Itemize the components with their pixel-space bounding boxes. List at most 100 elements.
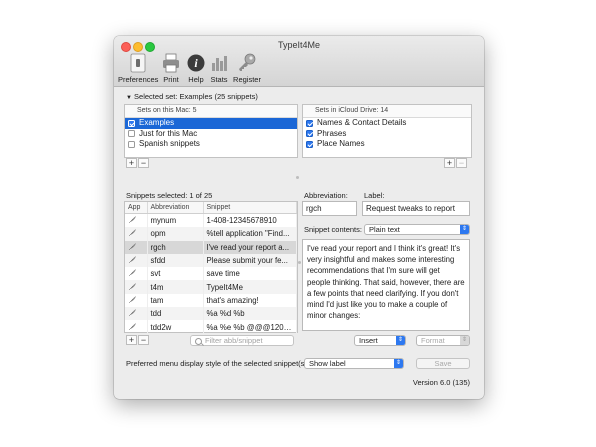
- icloud-sets-list: Sets in iCloud Drive: 14 Names & Contact…: [302, 104, 472, 158]
- feather-icon: [128, 295, 137, 304]
- app-window: TypeIt4Me Preferences Print i Help Stats…: [114, 36, 484, 399]
- split-handle[interactable]: [298, 261, 301, 264]
- table-row[interactable]: tdd %a %d %b: [125, 307, 297, 321]
- abbreviation-cell: tdd2w: [147, 320, 204, 334]
- selected-set-label: ▼ Selected set: Examples (25 snippets): [126, 92, 258, 101]
- set-item-just-for-this-mac[interactable]: Just for this Mac: [125, 129, 297, 140]
- insert-popup[interactable]: Insert ⇕: [354, 335, 406, 346]
- contents-type-popup[interactable]: Plain text ⇕: [364, 224, 470, 235]
- column-header-snippet[interactable]: Snippet: [203, 202, 297, 214]
- titlebar: TypeIt4Me Preferences Print i Help Stats…: [114, 36, 484, 87]
- set-item-spanish-snippets[interactable]: Spanish snippets: [125, 139, 297, 150]
- feather-icon: [128, 282, 137, 291]
- format-popup[interactable]: Format ⇕: [416, 335, 470, 346]
- abbreviation-cell: rgch: [147, 240, 204, 254]
- feather-icon: [128, 308, 137, 317]
- set-checkbox[interactable]: [306, 130, 313, 137]
- register-icon: [236, 52, 258, 74]
- popup-arrows-icon: ⇕: [394, 359, 403, 368]
- table-row[interactable]: t4m TypeIt4Me: [125, 280, 297, 294]
- feather-icon: [128, 228, 137, 237]
- snippet-cell: %a %d %b: [203, 307, 297, 321]
- snippet-cell: save time: [203, 267, 297, 281]
- set-checkbox[interactable]: [306, 119, 313, 127]
- app-cell: [125, 320, 148, 334]
- set-checkbox[interactable]: [128, 140, 135, 148]
- popup-arrows-icon: ⇕: [460, 336, 469, 345]
- snippet-cell: I've read your report a...: [203, 240, 297, 254]
- abbreviation-label: Abbreviation:: [304, 191, 348, 200]
- remove-set-button[interactable]: −: [138, 158, 149, 168]
- local-sets-list: Sets on this Mac: 5 Examples Just for th…: [124, 104, 298, 158]
- toolbar-help-button[interactable]: i Help: [184, 52, 208, 84]
- snippet-cell: TypeIt4Me: [203, 280, 297, 294]
- feather-icon: [128, 268, 137, 277]
- abbreviation-cell: opm: [147, 227, 204, 241]
- abbreviation-cell: mynum: [147, 213, 204, 228]
- app-cell: [125, 227, 148, 241]
- set-checkbox[interactable]: [128, 119, 135, 127]
- help-icon: i: [185, 52, 207, 74]
- menu-style-popup[interactable]: Show label ⇕: [304, 358, 404, 369]
- add-set-button[interactable]: +: [126, 158, 137, 168]
- column-header-abbreviation[interactable]: Abbreviation: [147, 202, 204, 214]
- set-item-examples[interactable]: Examples: [125, 118, 297, 129]
- abbreviation-cell: tam: [147, 293, 204, 308]
- app-cell: [125, 253, 148, 268]
- table-row[interactable]: mynum 1-408-12345678910: [125, 213, 297, 228]
- column-header-app[interactable]: App: [125, 202, 148, 214]
- stats-icon: [208, 52, 230, 74]
- table-row[interactable]: tam that's amazing!: [125, 293, 297, 308]
- printer-icon: [160, 52, 182, 74]
- set-item-place-names[interactable]: Place Names: [303, 139, 471, 150]
- split-handle[interactable]: [296, 176, 299, 179]
- window-title: TypeIt4Me: [277, 40, 321, 50]
- table-row[interactable]: rgch I've read your report a...: [125, 240, 297, 254]
- snippet-cell: %a %e %b @@@1209...: [203, 320, 297, 334]
- feather-icon: [128, 242, 137, 251]
- filter-search-field[interactable]: Filter abb/snippet: [190, 335, 294, 346]
- add-snippet-button[interactable]: +: [126, 335, 137, 345]
- toolbar-register-button[interactable]: Register: [230, 52, 264, 84]
- toolbar-print-button[interactable]: Print: [158, 52, 184, 84]
- add-icloud-set-button[interactable]: +: [444, 158, 455, 168]
- remove-icloud-set-button[interactable]: −: [456, 158, 467, 168]
- set-item-phrases[interactable]: Phrases: [303, 129, 471, 140]
- popup-arrows-icon: ⇕: [396, 336, 405, 345]
- toolbar-label: Help: [188, 75, 204, 84]
- snippet-cell: %tell application "Find...: [203, 227, 297, 241]
- label-label: Label:: [364, 191, 385, 200]
- set-checkbox[interactable]: [306, 140, 313, 148]
- toolbar-label: Preferences: [118, 75, 159, 84]
- snippet-contents-text[interactable]: I've read your report and I think it's g…: [302, 239, 470, 331]
- table-row[interactable]: sfdd Please submit your fe...: [125, 253, 297, 268]
- set-checkbox[interactable]: [128, 130, 135, 137]
- app-cell: [125, 280, 148, 294]
- table-row[interactable]: tdd2w %a %e %b @@@1209...: [125, 320, 297, 334]
- snippet-contents-label: Snippet contents:: [304, 225, 362, 234]
- local-sets-header: Sets on this Mac: 5: [125, 105, 297, 118]
- feather-icon: [128, 322, 137, 331]
- remove-snippet-button[interactable]: −: [138, 335, 149, 345]
- toolbar-label: Stats: [210, 75, 228, 84]
- toolbar-preferences-button[interactable]: Preferences: [118, 52, 158, 84]
- abbreviation-cell: t4m: [147, 280, 204, 294]
- toolbar-label: Register: [233, 75, 261, 84]
- label-field[interactable]: Request tweaks to report: [362, 201, 470, 216]
- feather-icon: [128, 255, 137, 264]
- snippets-selected-label: Snippets selected: 1 of 25: [126, 191, 213, 200]
- abbreviation-cell: tdd: [147, 307, 204, 321]
- icloud-sets-header: Sets in iCloud Drive: 14: [303, 105, 471, 118]
- app-cell: [125, 307, 148, 321]
- feather-icon: [128, 215, 137, 224]
- app-cell: [125, 293, 148, 308]
- abbreviation-cell: sfdd: [147, 253, 204, 268]
- set-item-names-contact[interactable]: Names & Contact Details: [303, 118, 471, 129]
- abbreviation-cell: svt: [147, 267, 204, 281]
- toolbar-stats-button[interactable]: Stats: [208, 52, 230, 84]
- abbreviation-field[interactable]: rgch: [302, 201, 357, 216]
- table-row[interactable]: opm %tell application "Find...: [125, 227, 297, 241]
- save-button[interactable]: Save: [416, 358, 470, 369]
- disclosure-triangle-icon[interactable]: ▼: [126, 95, 132, 101]
- table-row[interactable]: svt save time: [125, 267, 297, 281]
